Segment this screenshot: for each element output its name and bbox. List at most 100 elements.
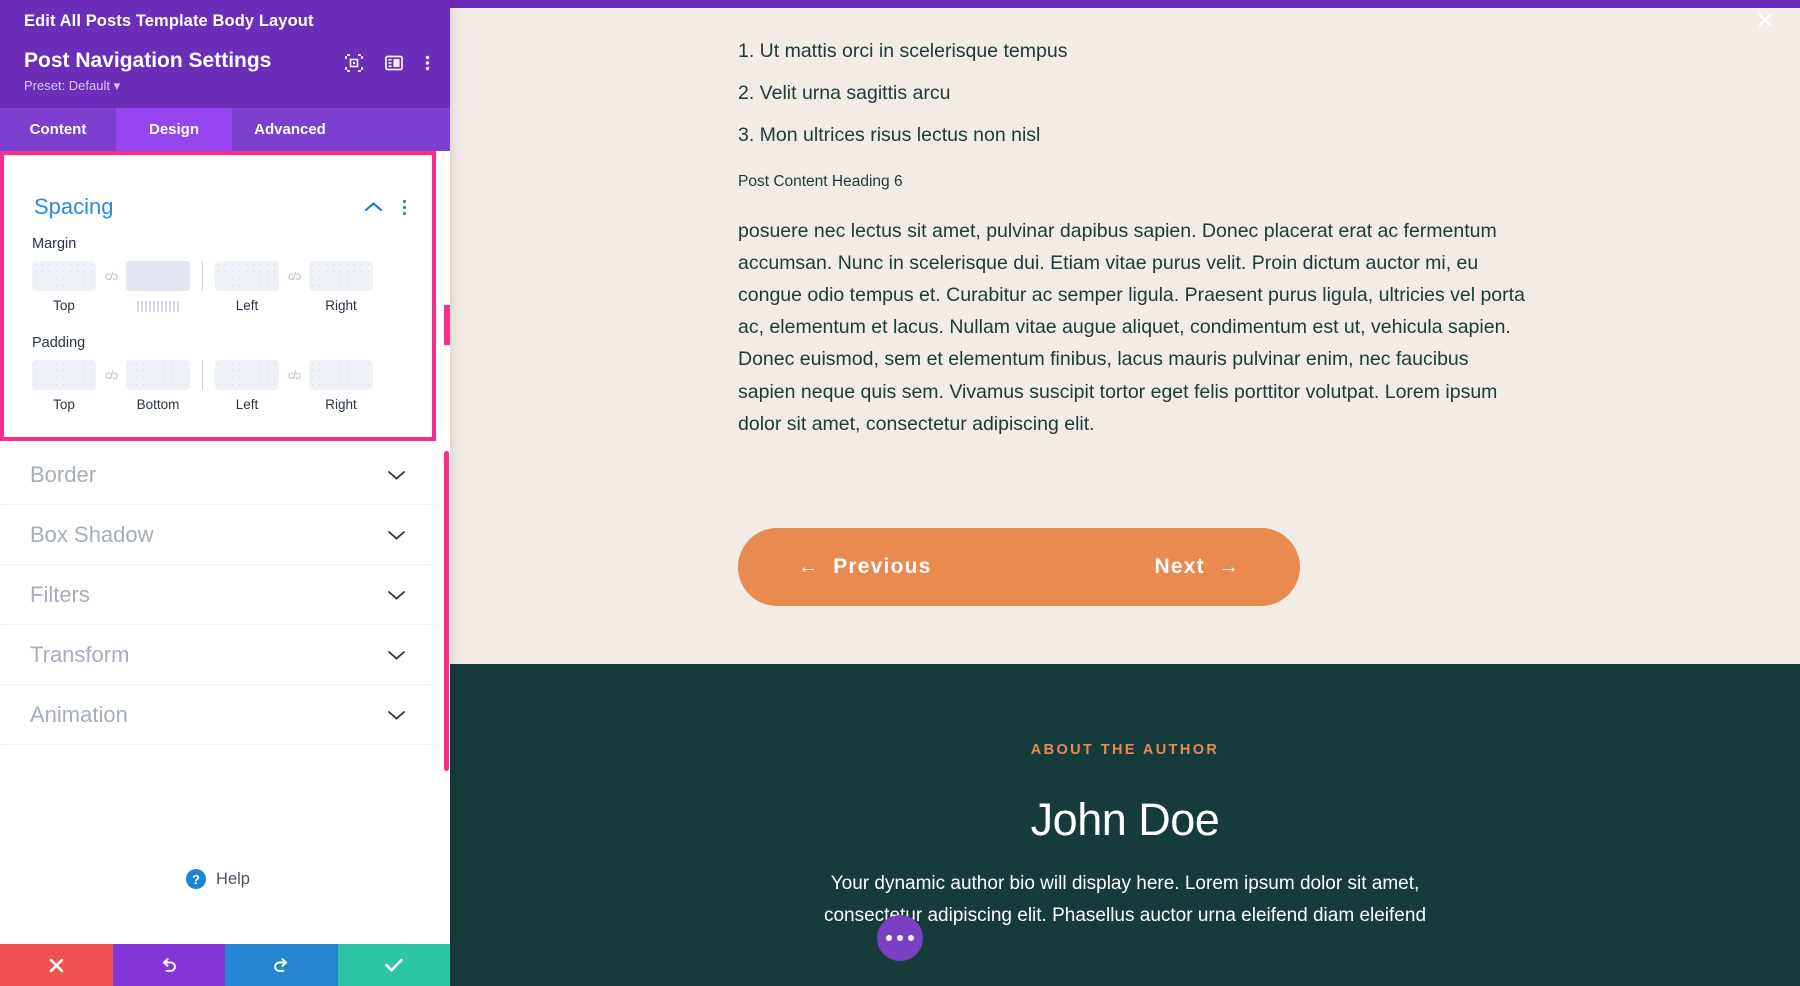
post-navigation-module[interactable]: ← Previous Next →	[738, 528, 1300, 606]
chevron-down-icon[interactable]	[387, 529, 406, 541]
margin-left-label: Left	[235, 298, 259, 313]
dot-icon	[403, 205, 406, 209]
panel-action-bar	[0, 944, 450, 986]
help-question-icon: ?	[186, 869, 207, 889]
chevron-up-icon[interactable]	[364, 201, 383, 213]
margin-right-label: Right	[325, 298, 357, 313]
spacing-title: Spacing	[34, 194, 114, 219]
dot-icon	[908, 935, 914, 941]
section-label: Filters	[30, 581, 90, 607]
preset-selector[interactable]: Preset: Default ▾	[0, 78, 450, 108]
padding-top-box: c/ɔ	[32, 360, 190, 390]
margin-left-input[interactable]	[215, 261, 279, 291]
close-button[interactable]: ✕	[1752, 8, 1778, 34]
section-transform[interactable]: Transform	[0, 625, 436, 685]
dot-icon	[897, 935, 903, 941]
layout-columns-icon[interactable]	[385, 54, 403, 72]
post-body-paragraph: posuere nec lectus sit amet, pulvinar da…	[738, 219, 1525, 435]
floating-actions-button[interactable]	[877, 915, 923, 961]
chevron-down-icon[interactable]	[387, 649, 406, 661]
list-item: 3. Mon ultrices risus lectus non nisl	[738, 124, 1041, 147]
tab-content[interactable]: Content	[0, 108, 116, 151]
kebab-menu-icon[interactable]	[425, 54, 430, 72]
cancel-button[interactable]	[0, 944, 113, 986]
padding-bottom-label: Bottom	[136, 397, 180, 412]
redo-button[interactable]	[225, 944, 338, 986]
section-box-shadow[interactable]: Box Shadow	[0, 505, 436, 565]
dot-icon	[886, 935, 892, 941]
padding-right-label: Right	[325, 397, 357, 412]
settings-tabs: Content Design Advanced	[0, 108, 450, 151]
arrow-left-icon: ←	[798, 555, 820, 578]
author-name: John Doe	[1030, 794, 1220, 845]
panel-body: Spacing Margin c/ɔ c/ɔ Top Left Right Pa…	[0, 151, 450, 944]
help-label: Help	[216, 869, 250, 888]
padding-group: Padding c/ɔ c/ɔ Top Bottom Left Right	[4, 335, 432, 412]
link-values-icon[interactable]: c/ɔ	[279, 269, 309, 283]
preview-top-purple-bar	[450, 0, 1800, 8]
margin-top-box: c/ɔ	[32, 261, 190, 291]
spacing-section-header[interactable]: Spacing	[4, 156, 432, 220]
padding-left-input[interactable]	[215, 360, 279, 390]
list-item: 2. Velit urna sagittis arcu	[738, 82, 951, 105]
section-label: Transform	[30, 641, 130, 667]
undo-button[interactable]	[112, 944, 225, 986]
section-label: Box Shadow	[30, 521, 154, 547]
spacing-options-icon[interactable]	[403, 199, 406, 215]
panel-header: Edit All Posts Template Body Layout Post…	[0, 0, 450, 151]
tab-design[interactable]: Design	[116, 108, 232, 151]
padding-top-input[interactable]	[32, 360, 96, 390]
module-title-row: Post Navigation Settings	[0, 37, 450, 73]
module-settings-panel: Edit All Posts Template Body Layout Post…	[0, 0, 450, 986]
divider	[202, 261, 203, 291]
list-item: 1. Ut mattis orci in scelerisque tempus	[738, 40, 1068, 62]
padding-label: Padding	[32, 335, 86, 351]
spacing-header-icons	[364, 199, 406, 215]
section-border[interactable]: Border	[0, 445, 436, 505]
panel-top-accent	[0, 0, 450, 8]
tab-advanced[interactable]: Advanced	[232, 108, 348, 151]
window-title: Edit All Posts Template Body Layout	[24, 12, 314, 30]
panel-scrollbar[interactable]	[444, 151, 450, 944]
save-button[interactable]	[337, 944, 450, 986]
margin-top-input[interactable]	[32, 261, 96, 291]
panel-scrollbar-thumb[interactable]	[444, 451, 449, 771]
margin-right-input[interactable]	[309, 261, 373, 291]
screenshot-root: 1. Ut mattis orci in scelerisque tempus …	[0, 0, 1800, 986]
divider	[202, 360, 203, 390]
padding-inputs-row: c/ɔ c/ɔ	[32, 360, 404, 390]
fullscreen-icon[interactable]	[345, 54, 363, 72]
collapsed-sections-list: Border Box Shadow Filters Transform Anim…	[0, 445, 436, 745]
padding-left-box: c/ɔ	[215, 360, 373, 390]
section-label: Animation	[30, 701, 128, 727]
padding-bottom-input[interactable]	[126, 360, 190, 390]
margin-inputs-row: c/ɔ c/ɔ	[32, 261, 404, 291]
chevron-down-icon[interactable]	[387, 469, 406, 481]
dot-icon	[403, 199, 406, 203]
module-title: Post Navigation Settings	[24, 49, 272, 72]
link-values-icon[interactable]: c/ɔ	[279, 368, 309, 382]
chevron-down-icon[interactable]	[387, 709, 406, 721]
panel-header-icons	[345, 49, 430, 72]
padding-right-input[interactable]	[309, 360, 373, 390]
about-author-eyebrow: ABOUT THE AUTHOR	[1030, 742, 1220, 758]
previous-post-link[interactable]: ← Previous	[798, 555, 932, 579]
link-values-icon[interactable]: c/ɔ	[96, 368, 126, 382]
padding-left-label: Left	[235, 397, 259, 412]
previous-label: Previous	[833, 555, 932, 578]
margin-bottom-input[interactable]	[126, 261, 190, 291]
chevron-down-icon[interactable]	[387, 589, 406, 601]
help-link[interactable]: ? Help	[0, 814, 436, 944]
panel-edge-highlight	[444, 305, 450, 345]
margin-left-box: c/ɔ	[215, 261, 373, 291]
spacing-section: Spacing Margin c/ɔ c/ɔ Top Left Right Pa…	[0, 151, 436, 441]
about-author-section: ABOUT THE AUTHOR John Doe Your dynamic a…	[450, 664, 1800, 986]
margin-group: Margin c/ɔ c/ɔ Top Left Right	[4, 236, 432, 315]
margin-top-label: Top	[53, 298, 75, 313]
link-values-icon[interactable]: c/ɔ	[96, 269, 126, 283]
section-animation[interactable]: Animation	[0, 685, 436, 745]
section-filters[interactable]: Filters	[0, 565, 436, 625]
margin-labels-row: Top Left Right	[32, 298, 404, 315]
padding-top-label: Top	[53, 397, 75, 412]
next-post-link[interactable]: Next →	[1154, 555, 1240, 579]
